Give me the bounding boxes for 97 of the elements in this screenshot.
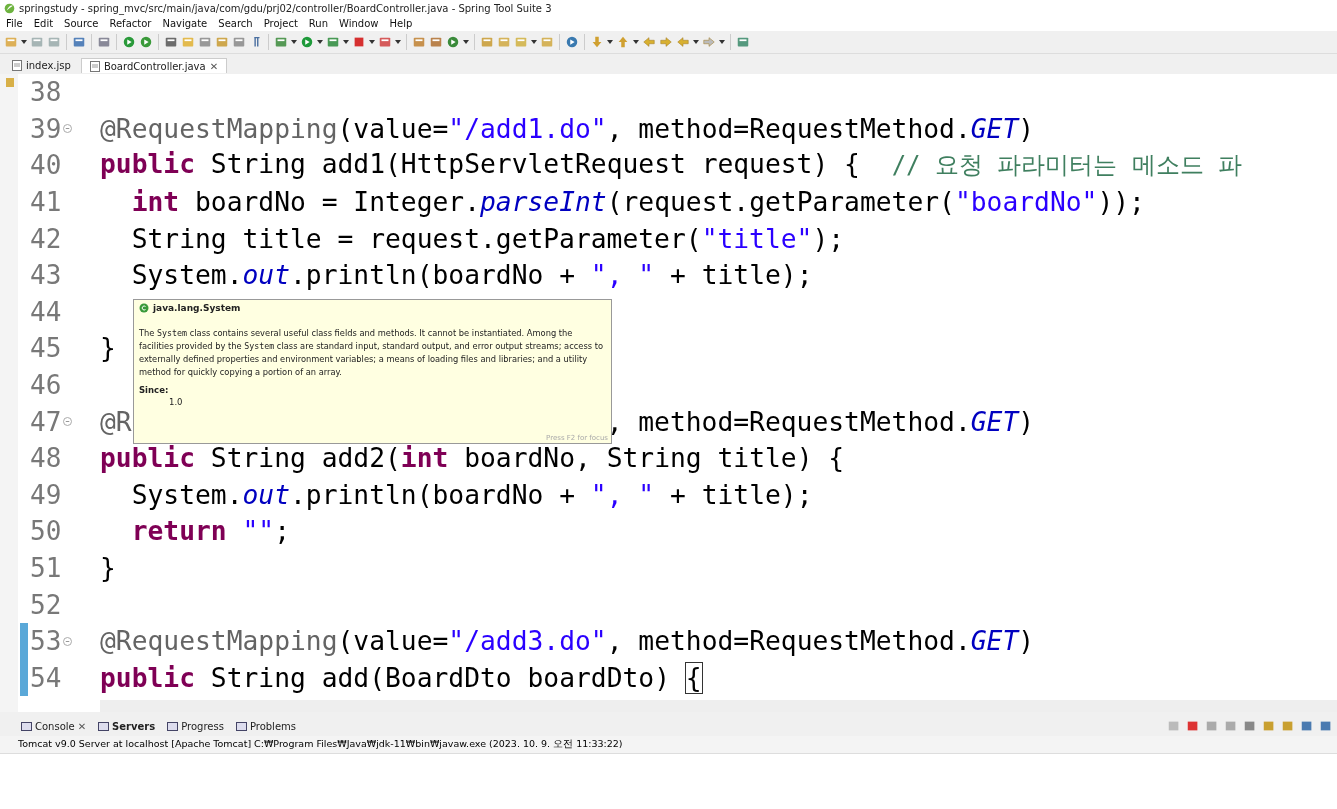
file-icon (89, 60, 100, 72)
line-number: 54 (30, 662, 62, 693)
dropdown-arrow-icon[interactable] (633, 39, 639, 45)
view-toolbar-icon[interactable] (1319, 719, 1333, 733)
code-line: public String add1(HttpServletRequest request) { // 요청 파라미터는 메소드 파 (100, 149, 1243, 182)
menu-item[interactable]: Project (263, 18, 298, 29)
line-number: 39 (30, 113, 62, 144)
toolbar-icon[interactable] (412, 35, 426, 49)
view-toolbar-icon[interactable] (1205, 719, 1219, 733)
dropdown-arrow-icon[interactable] (317, 39, 323, 45)
ruler-marker-icon (6, 78, 14, 87)
menu-item[interactable]: Help (389, 18, 413, 29)
line-number: 52 (30, 589, 62, 620)
view-toolbar-icon[interactable] (1167, 719, 1181, 733)
code-line: } (100, 333, 116, 364)
dropdown-arrow-icon[interactable] (21, 39, 27, 45)
menu-item[interactable]: File (6, 18, 23, 29)
line-number: 41 (30, 187, 62, 218)
line-number: 44 (30, 296, 62, 327)
tooltip-title: java.lang.System (153, 303, 241, 313)
file-icon (12, 60, 22, 71)
menu-item[interactable]: Window (339, 18, 379, 29)
dropdown-arrow-icon[interactable] (693, 39, 699, 45)
view-icon (235, 720, 247, 732)
code-line: @RequestMapping(value="/add1.do", method=RequestMethod.GET) (100, 113, 1035, 144)
menu-item[interactable]: Search (218, 18, 253, 29)
since-value: 1.0 (168, 397, 184, 407)
line-number: 45 (30, 333, 62, 364)
line-number: 47 (30, 406, 62, 437)
menu-item[interactable]: Run (308, 18, 329, 29)
line-number: 48 (30, 443, 62, 474)
line-number: 46 (30, 370, 62, 401)
dropdown-arrow-icon[interactable] (395, 39, 401, 45)
view-icon (21, 720, 32, 732)
code-line: System.out.println(boardNo + ", " + title); (130, 260, 813, 291)
tooltip-description: The System class contains several useful class fields and methods. It cannot be instantiated. Among the facilities provided by the System class are standard input, standard output, and error output streams; access to externally defined properties and environment variables; a means of loading files and libraries; and a utility method for quickly copying a portion of an array. (139, 327, 604, 379)
view-tab[interactable]: Problems (232, 719, 299, 733)
view-toolbar-icon[interactable] (1186, 719, 1200, 733)
toolbar-icon[interactable] (378, 35, 392, 49)
console-process-label: Tomcat v9.0 Server at localhost [Apache Tomcat] C:₩Program Files₩Java₩jdk-11₩bin₩javaw.exe (2023. 10. 9. 오전 11:33:22) (0, 736, 1337, 754)
editor-tab[interactable]: index.jsp (4, 58, 79, 73)
dropdown-arrow-icon[interactable] (343, 39, 349, 45)
toolbar-icon[interactable] (122, 35, 136, 49)
dropdown-arrow-icon[interactable] (291, 39, 297, 45)
line-number: 40 (30, 150, 62, 181)
dropdown-arrow-icon[interactable] (607, 39, 613, 45)
code-line: int boardNo = Integer.parseInt(request.getParameter("boardNo")); (130, 187, 1145, 218)
toolbar-icon[interactable] (215, 35, 229, 49)
code-line: @RequestMapping(value="/add3.do", method=RequestMethod.GET) (100, 626, 1035, 657)
view-tab[interactable]: Progress (164, 719, 227, 733)
line-number: 42 (30, 223, 62, 254)
line-number: 51 (30, 553, 62, 583)
toolbar-icon[interactable] (232, 35, 246, 49)
menu-item[interactable]: Edit (33, 18, 54, 29)
toolbar-icon[interactable] (736, 35, 750, 49)
view-toolbar-icon[interactable] (1281, 719, 1295, 733)
code-line: public String add2(int boardNo, String title) { (100, 443, 845, 474)
toolbar-icon[interactable] (659, 35, 673, 49)
toolbar-icon[interactable] (139, 35, 153, 49)
toolbar-icon[interactable] (565, 35, 579, 49)
class-icon (139, 303, 149, 313)
window-title: springstudy - spring_mvc/src/main/java/com/gdu/prj02/controller/BoardController.java - Spring Tool Suite 3 (19, 2, 552, 14)
dropdown-arrow-icon[interactable] (719, 39, 725, 45)
code-line: return ""; (130, 516, 290, 547)
toolbar-icon[interactable] (352, 35, 366, 49)
line-number: 53 (30, 626, 62, 657)
view-icon (98, 720, 110, 732)
toolbar-icon[interactable] (446, 35, 460, 49)
line-number: 38 (30, 77, 62, 108)
dropdown-arrow-icon[interactable] (369, 39, 375, 45)
view-tab[interactable]: Console ✕ (18, 719, 90, 733)
line-number: 50 (30, 516, 62, 547)
toolbar-icon[interactable] (198, 35, 212, 49)
toolbar-icon[interactable] (480, 35, 494, 49)
dropdown-arrow-icon[interactable] (463, 39, 469, 45)
toolbar-icon[interactable] (164, 35, 178, 49)
menu-item[interactable]: Refactor (109, 18, 152, 29)
menu-item[interactable]: Source (64, 18, 99, 29)
code-line: System.out.println(boardNo + ", " + title); (130, 479, 813, 510)
line-number: 49 (30, 479, 62, 510)
code-line: String title = request.getParameter("title"); (130, 223, 845, 254)
view-icon (167, 720, 179, 732)
line-number: 43 (30, 260, 62, 291)
view-toolbar-icon[interactable] (1243, 719, 1257, 733)
view-toolbar-icon[interactable] (1300, 719, 1314, 733)
toolbar-icon[interactable] (72, 35, 86, 49)
code-line: } (100, 553, 116, 583)
editor-tab[interactable]: BoardController.java ✕ (80, 58, 228, 73)
code-line: public String add(BoardDto boardDto) { (100, 662, 702, 693)
toolbar-icon[interactable] (97, 35, 111, 49)
dropdown-arrow-icon[interactable] (531, 39, 537, 45)
view-toolbar-icon[interactable] (1262, 719, 1276, 733)
view-toolbar-icon[interactable] (1224, 719, 1238, 733)
toolbar-icon[interactable] (429, 35, 443, 49)
view-tab[interactable]: Servers (95, 719, 159, 733)
menu-item[interactable]: Navigate (162, 18, 208, 29)
since-label: Since: (139, 385, 170, 395)
